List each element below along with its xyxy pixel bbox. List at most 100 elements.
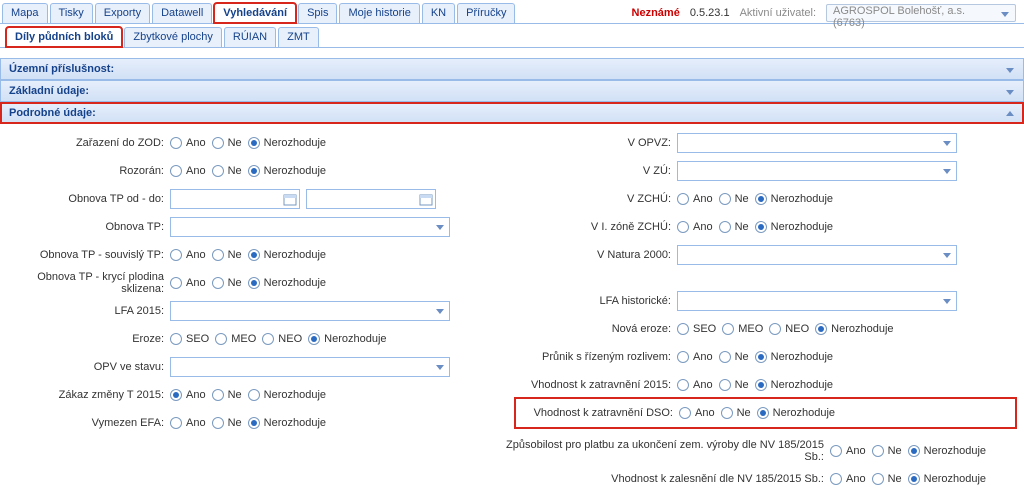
radio-dso-ne[interactable]: Ne	[721, 407, 751, 419]
radio-zod-ano[interactable]: Ano	[170, 137, 206, 149]
radio-rozoran-ne[interactable]: Ne	[212, 165, 242, 177]
radio-zales-ano[interactable]: Ano	[830, 473, 866, 485]
section-zakladni-udaje[interactable]: Základní údaje:	[0, 80, 1024, 102]
radio-izone-neroz[interactable]: Nerozhoduje	[755, 221, 833, 233]
radio-kryci-neroz[interactable]: Nerozhoduje	[248, 277, 326, 289]
natura-2000-combo[interactable]	[677, 245, 957, 265]
radio-dso-ano[interactable]: Ano	[679, 407, 715, 419]
v-opvz-combo[interactable]	[677, 133, 957, 153]
tab-moje-historie[interactable]: Moje historie	[339, 3, 419, 23]
radio-eroze-seo[interactable]: SEO	[170, 333, 209, 345]
version-label: 0.5.23.1	[690, 7, 730, 19]
label-v-i-zone-zchu: V I. zóně ZCHÚ:	[517, 221, 677, 233]
radio-zchu-ne[interactable]: Ne	[719, 193, 749, 205]
radio-zpus-ne[interactable]: Ne	[872, 445, 902, 457]
radio-zpus-ano[interactable]: Ano	[830, 445, 866, 457]
radio-zakaz-ano[interactable]: Ano	[170, 389, 206, 401]
tab-datawell[interactable]: Datawell	[152, 3, 212, 23]
podrobne-udaje-body: Zařazení do ZOD: Ano Ne Nerozhoduje Rozo…	[0, 124, 1024, 498]
radio-zakaz-neroz[interactable]: Nerozhoduje	[248, 389, 326, 401]
chevron-down-icon	[433, 220, 447, 234]
chevron-down-icon	[940, 248, 954, 262]
tab-kn[interactable]: KN	[422, 3, 455, 23]
radio-rozliv-ne[interactable]: Ne	[719, 351, 749, 363]
section-podrobne-udaje[interactable]: Podrobné údaje:	[0, 102, 1024, 124]
chevron-down-icon	[940, 294, 954, 308]
obnova-tp-do-input[interactable]	[306, 189, 436, 209]
radio-izone-ne[interactable]: Ne	[719, 221, 749, 233]
label-vymezen-efa: Vymezen EFA:	[10, 417, 170, 429]
obnova-tp-od-input[interactable]	[170, 189, 300, 209]
tab-mapa[interactable]: Mapa	[2, 3, 48, 23]
radio-eroze-meo[interactable]: MEO	[215, 333, 256, 345]
tab-prirucky[interactable]: Příručky	[457, 3, 515, 23]
subtab-zmt[interactable]: ZMT	[278, 27, 319, 47]
radio-neroze-neo[interactable]: NEO	[769, 323, 809, 335]
chevron-down-icon	[999, 8, 1011, 20]
radio-kryci-ne[interactable]: Ne	[212, 277, 242, 289]
chevron-down-icon	[433, 304, 447, 318]
label-obnova-tp-kryci: Obnova TP - krycí plodina sklizena:	[10, 271, 170, 295]
section-title: Územní příslušnost:	[9, 63, 114, 75]
radio-rozliv-ano[interactable]: Ano	[677, 351, 713, 363]
obnova-tp-combo[interactable]	[170, 217, 450, 237]
lfa-2015-combo[interactable]	[170, 301, 450, 321]
section-title: Podrobné údaje:	[9, 107, 96, 119]
label-v-opvz: V OPVZ:	[517, 137, 677, 149]
label-rozoran: Rozorán:	[10, 165, 170, 177]
radio-efa-neroz[interactable]: Nerozhoduje	[248, 417, 326, 429]
radio-zchu-ano[interactable]: Ano	[677, 193, 713, 205]
radio-izone-ano[interactable]: Ano	[677, 221, 713, 233]
top-tab-bar: Mapa Tisky Exporty Datawell Vyhledávání …	[0, 0, 1024, 24]
radio-zales-ne[interactable]: Ne	[872, 473, 902, 485]
subtab-dily-pudnich-bloku[interactable]: Díly půdních bloků	[6, 27, 122, 47]
right-column: V OPVZ: V ZÚ: V ZCHÚ: Ano Ne Nerozhoduje…	[517, 130, 1014, 438]
expand-icon[interactable]	[1003, 63, 1017, 77]
row-vhodnost-dso: Vhodnost k zatravnění DSO: Ano Ne Nerozh…	[517, 400, 1014, 426]
opv-ve-stavu-combo[interactable]	[170, 357, 450, 377]
radio-souvisly-ne[interactable]: Ne	[212, 249, 242, 261]
radio-rozoran-neroz[interactable]: Nerozhoduje	[248, 165, 326, 177]
tab-spis[interactable]: Spis	[298, 3, 337, 23]
radio-efa-ne[interactable]: Ne	[212, 417, 242, 429]
radio-rozliv-neroz[interactable]: Nerozhoduje	[755, 351, 833, 363]
radio-zod-neroz[interactable]: Nerozhoduje	[248, 137, 326, 149]
radio-v2015-neroz[interactable]: Nerozhoduje	[755, 379, 833, 391]
radio-eroze-neo[interactable]: NEO	[262, 333, 302, 345]
radio-rozoran-ano[interactable]: Ano	[170, 165, 206, 177]
radio-zales-neroz[interactable]: Nerozhoduje	[908, 473, 986, 485]
section-uzemni-prislusnost[interactable]: Územní příslušnost:	[0, 58, 1024, 80]
label-zpusobilost-platba: Způsobilost pro platbu za ukončení zem. …	[490, 439, 830, 463]
section-title: Základní údaje:	[9, 85, 89, 97]
radio-neroze-meo[interactable]: MEO	[722, 323, 763, 335]
radio-zchu-neroz[interactable]: Nerozhoduje	[755, 193, 833, 205]
radio-souvisly-ano[interactable]: Ano	[170, 249, 206, 261]
calendar-icon[interactable]	[419, 192, 433, 206]
subtab-zbytkove-plochy[interactable]: Zbytkové plochy	[124, 27, 221, 47]
calendar-icon[interactable]	[283, 192, 297, 206]
label-zarazeni-zod: Zařazení do ZOD:	[10, 137, 170, 149]
tab-exporty[interactable]: Exporty	[95, 3, 150, 23]
radio-zakaz-ne[interactable]: Ne	[212, 389, 242, 401]
radio-v2015-ano[interactable]: Ano	[677, 379, 713, 391]
label-zakaz-zmeny-t-2015: Zákaz změny T 2015:	[10, 389, 170, 401]
radio-eroze-neroz[interactable]: Nerozhoduje	[308, 333, 386, 345]
radio-neroze-neroz[interactable]: Nerozhoduje	[815, 323, 893, 335]
radio-souvisly-neroz[interactable]: Nerozhoduje	[248, 249, 326, 261]
collapse-icon[interactable]	[1003, 107, 1017, 121]
left-column: Zařazení do ZOD: Ano Ne Nerozhoduje Rozo…	[10, 130, 507, 438]
radio-zpus-neroz[interactable]: Nerozhoduje	[908, 445, 986, 457]
radio-dso-neroz[interactable]: Nerozhoduje	[757, 407, 835, 419]
tab-vyhledavani[interactable]: Vyhledávání	[214, 3, 296, 23]
radio-neroze-seo[interactable]: SEO	[677, 323, 716, 335]
expand-icon[interactable]	[1003, 85, 1017, 99]
tab-tisky[interactable]: Tisky	[50, 3, 93, 23]
subtab-ruian[interactable]: RÚIAN	[224, 27, 276, 47]
active-user-select[interactable]: AGROSPOL Bolehošť, a.s. (6763)	[826, 4, 1016, 22]
v-zu-combo[interactable]	[677, 161, 957, 181]
radio-v2015-ne[interactable]: Ne	[719, 379, 749, 391]
lfa-historicke-combo[interactable]	[677, 291, 957, 311]
radio-kryci-ano[interactable]: Ano	[170, 277, 206, 289]
radio-efa-ano[interactable]: Ano	[170, 417, 206, 429]
radio-zod-ne[interactable]: Ne	[212, 137, 242, 149]
